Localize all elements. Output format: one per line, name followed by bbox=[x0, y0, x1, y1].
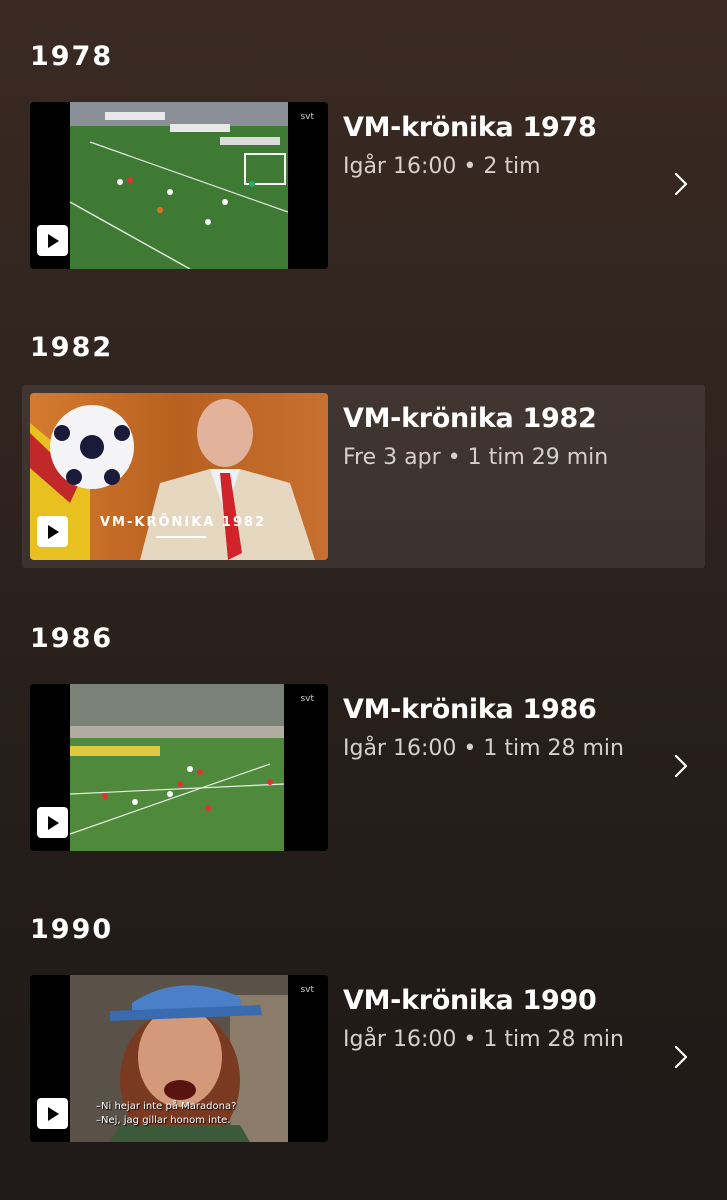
episode-title: VM-krönika 1978 bbox=[343, 112, 597, 143]
screen: { "sections": [ { "year": "1978", "title… bbox=[0, 0, 727, 1200]
episode-thumbnail-1982[interactable]: VM-KRÖNIKA 1982 bbox=[30, 393, 328, 560]
caption-underline bbox=[156, 536, 206, 538]
play-icon bbox=[47, 524, 59, 539]
play-button[interactable] bbox=[37, 225, 68, 256]
episode-title: VM-krönika 1990 bbox=[343, 985, 597, 1016]
play-icon bbox=[47, 1106, 59, 1121]
episode-meta: Igår 16:00 • 2 tim bbox=[343, 154, 541, 179]
episode-thumbnail-1990[interactable]: svt –Ni hejar inte på Maradona? –Nej, ja… bbox=[30, 975, 328, 1142]
episode-item-1986[interactable]: svt VM-krönika 1986 Igår 16:00 • 1 tim 2… bbox=[22, 676, 705, 859]
play-icon bbox=[47, 233, 59, 248]
year-heading-1978: 1978 bbox=[30, 41, 114, 72]
episode-thumbnail-1986[interactable]: svt bbox=[30, 684, 328, 851]
svt-watermark: svt bbox=[300, 112, 314, 122]
chevron-right-icon[interactable] bbox=[671, 748, 691, 784]
subtitle-line-2: –Nej, jag gillar honom inte. bbox=[96, 1115, 231, 1126]
episode-meta: Igår 16:00 • 1 tim 28 min bbox=[343, 1027, 624, 1052]
chevron-right-icon[interactable] bbox=[671, 1039, 691, 1075]
play-button[interactable] bbox=[37, 807, 68, 838]
thumbnail-image-1982 bbox=[30, 393, 328, 560]
play-icon bbox=[47, 815, 59, 830]
year-heading-1986: 1986 bbox=[30, 623, 114, 654]
episode-item-1990[interactable]: svt –Ni hejar inte på Maradona? –Nej, ja… bbox=[22, 967, 705, 1150]
thumbnail-caption: VM-KRÖNIKA 1982 bbox=[100, 515, 267, 530]
play-button[interactable] bbox=[37, 1098, 68, 1129]
subtitle-line-1: –Ni hejar inte på Maradona? bbox=[96, 1101, 237, 1112]
episode-thumbnail-1978[interactable]: svt bbox=[30, 102, 328, 269]
chevron-right-icon[interactable] bbox=[671, 166, 691, 202]
play-button[interactable] bbox=[37, 516, 68, 547]
episode-meta: Igår 16:00 • 1 tim 28 min bbox=[343, 736, 624, 761]
year-heading-1990: 1990 bbox=[30, 914, 114, 945]
episode-title: VM-krönika 1982 bbox=[343, 403, 597, 434]
thumbnail-image-1986 bbox=[30, 684, 328, 851]
episode-item-1982[interactable]: VM-KRÖNIKA 1982 VM-krönika 1982 Fre 3 ap… bbox=[22, 385, 705, 568]
episode-title: VM-krönika 1986 bbox=[343, 694, 597, 725]
svt-watermark: svt bbox=[300, 985, 314, 995]
episode-meta: Fre 3 apr • 1 tim 29 min bbox=[343, 445, 609, 470]
episode-item-1978[interactable]: svt VM-krönika 1978 Igår 16:00 • 2 tim bbox=[22, 94, 705, 277]
thumbnail-image-1978 bbox=[30, 102, 328, 269]
svt-watermark: svt bbox=[300, 694, 314, 704]
year-heading-1982: 1982 bbox=[30, 332, 114, 363]
